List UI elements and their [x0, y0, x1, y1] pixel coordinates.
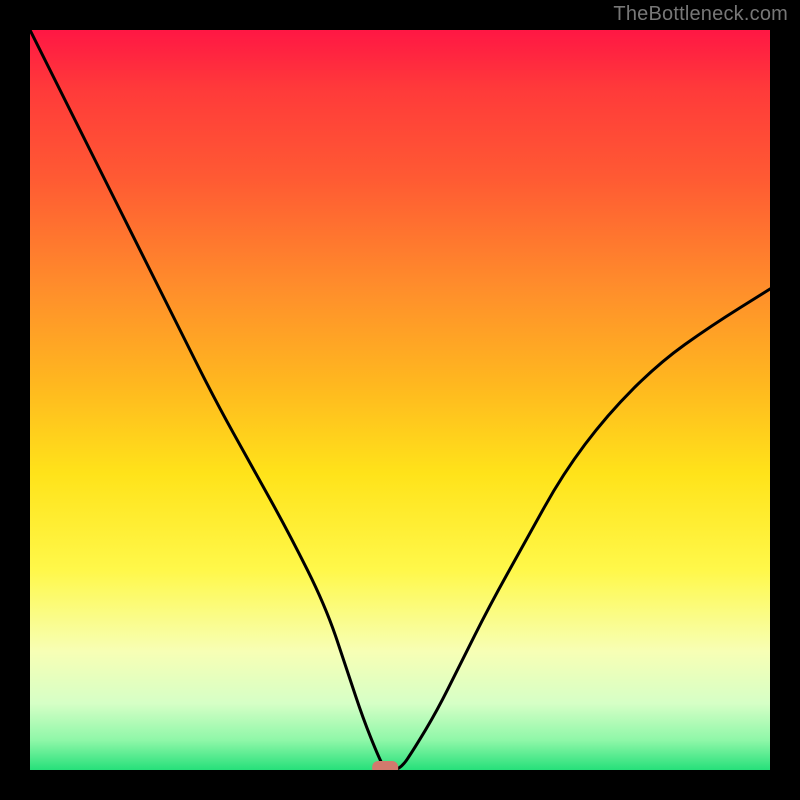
attribution-text: TheBottleneck.com: [613, 3, 788, 26]
chart-frame: TheBottleneck.com: [0, 0, 800, 800]
plot-area: [30, 30, 770, 770]
minimum-marker: [372, 761, 398, 770]
curve-line: [30, 30, 770, 770]
chart-svg: [30, 30, 770, 770]
